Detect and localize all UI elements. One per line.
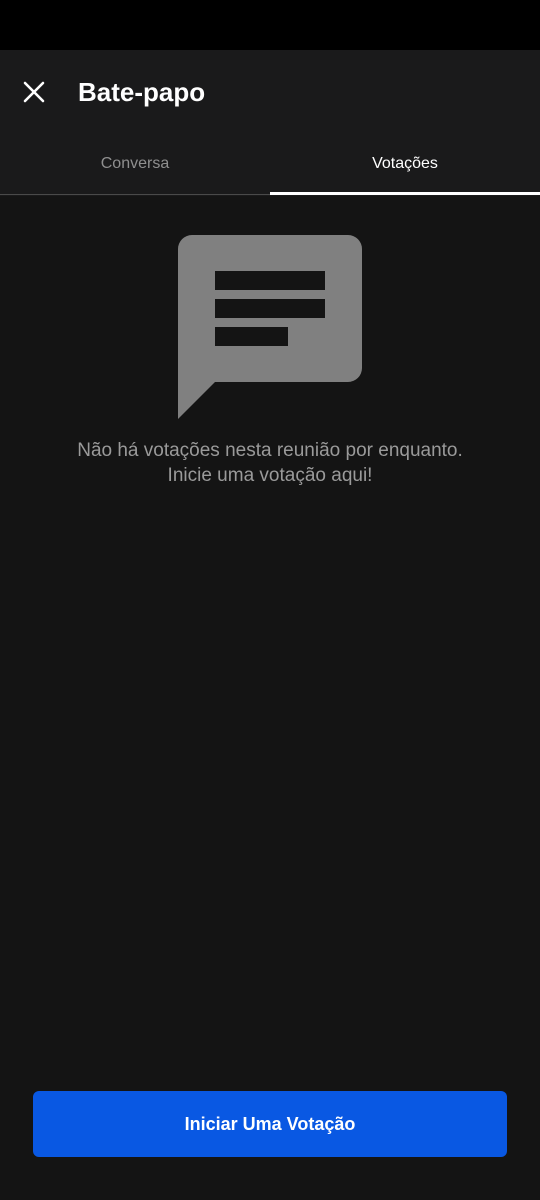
page-title: Bate-papo	[78, 77, 206, 107]
tab-votacoes[interactable]: Votações	[270, 134, 540, 194]
start-poll-button[interactable]: Iniciar Uma Votação	[33, 1091, 507, 1157]
empty-state-message: Não há votações nesta reunião por enquan…	[77, 440, 463, 486]
close-button[interactable]	[12, 70, 56, 114]
tab-bar: Conversa Votações	[0, 134, 540, 196]
status-bar	[0, 0, 540, 50]
tab-conversa[interactable]: Conversa	[0, 134, 270, 194]
close-icon	[23, 81, 45, 103]
chat-message-icon	[178, 235, 362, 419]
active-tab-indicator	[270, 192, 540, 195]
app-header: Bate-papo	[0, 50, 540, 134]
tab-divider	[0, 194, 270, 195]
